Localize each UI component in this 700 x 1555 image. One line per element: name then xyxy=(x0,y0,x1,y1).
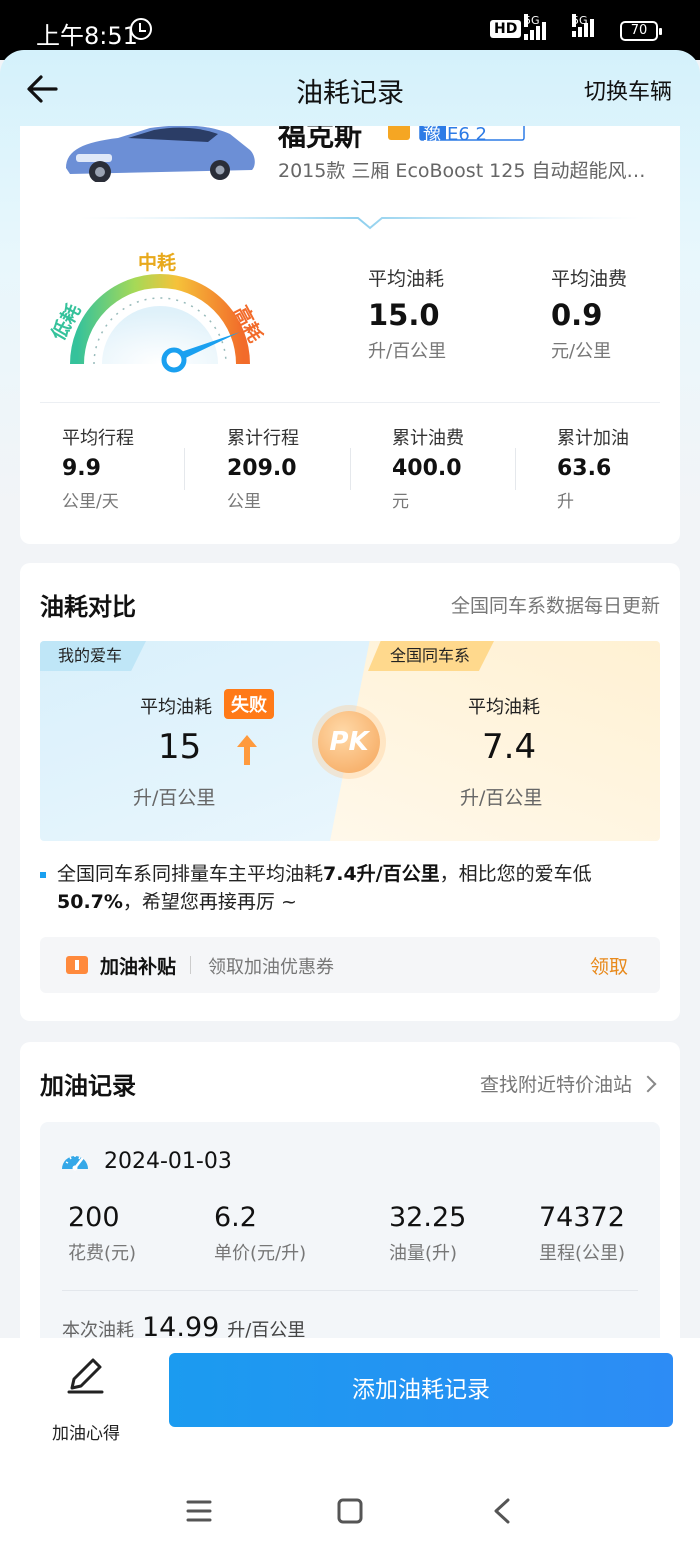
avg-cost-stat: 平均油费 0.9 元/公里 xyxy=(551,268,628,362)
compare-title: 油耗对比 xyxy=(40,593,136,621)
refuel-records-card: 加油记录 查找附近特价油站 2024-01-03 200 花费(元) 6.2 单… xyxy=(20,1042,680,1382)
car-model: 2015款 三厢 EcoBoost 125 自动超能风尚型 xyxy=(278,160,658,182)
subsidy-title: 加油补贴 xyxy=(100,956,177,978)
divider xyxy=(184,448,185,490)
my-avg-unit: 升/百公里 xyxy=(133,787,216,809)
plate-number: 豫 E6 2 xyxy=(423,126,487,145)
pk-icon: PK xyxy=(318,711,380,773)
battery-icon: 70 xyxy=(620,21,662,41)
national-avg-unit: 升/百公里 xyxy=(460,787,543,809)
record-unit-price: 6.2 单价(元/升) xyxy=(214,1202,307,1264)
records-title: 加油记录 xyxy=(40,1072,136,1100)
status-time: 上午8:51 xyxy=(36,22,138,50)
divider xyxy=(515,448,516,490)
fuel-summary-card: 福克斯 豫 E6 2 2015款 三厢 EcoBoost 125 自动超能风尚型 … xyxy=(20,126,680,544)
avg-consumption-stat: 平均油耗 15.0 升/百公里 xyxy=(368,268,447,362)
national-avg-value: 7.4 xyxy=(482,727,537,767)
switch-vehicle-button[interactable]: 切换车辆 xyxy=(584,74,672,106)
my-car-tag: 我的爱车 xyxy=(40,641,147,671)
subsidy-desc: 领取加油优惠券 xyxy=(208,957,334,978)
pk-panel: 我的爱车 全国同车系 平均油耗 失败 15 升/百公里 PK 平均油耗 7.4 … xyxy=(40,641,660,841)
divider xyxy=(350,448,351,490)
record-date: 2024-01-03 xyxy=(104,1149,232,1174)
pencil-icon xyxy=(67,1358,104,1394)
national-tag: 全国同车系 xyxy=(368,641,495,671)
system-back-icon[interactable] xyxy=(488,1498,516,1524)
divider-arrow xyxy=(80,217,640,230)
record-cost: 200 花费(元) xyxy=(68,1202,137,1264)
chevron-right-icon[interactable] xyxy=(639,1075,657,1093)
hd-icon: HD xyxy=(490,20,522,38)
compare-note: 全国同车系同排量车主平均油耗7.4升/百公里，相比您的爱车低50.7%，希望您再… xyxy=(57,863,592,913)
car-image xyxy=(66,126,255,182)
divider xyxy=(40,402,660,403)
add-record-button[interactable]: 添加油耗记录 xyxy=(169,1353,673,1427)
refuel-tips-button[interactable]: 加油心得 xyxy=(44,1352,128,1444)
record-fuel-volume: 32.25 油量(升) xyxy=(389,1202,467,1264)
nearby-stations-link[interactable]: 查找附近特价油站 xyxy=(480,1070,632,1097)
claim-coupon-button[interactable]: 领取 xyxy=(590,952,628,979)
nav-bar: 油耗记录 切换车辆 xyxy=(0,50,700,126)
record-mileage: 74372 里程(公里) xyxy=(539,1202,626,1264)
avg-trip-stat: 平均行程 9.9 公里/天 xyxy=(62,428,134,512)
bullet-icon xyxy=(40,872,46,878)
my-avg-value: 15 xyxy=(158,727,202,767)
total-fuel-stat: 累计加油 63.6 升 xyxy=(557,428,629,512)
menu-icon[interactable] xyxy=(185,1498,213,1524)
refuel-tips-label: 加油心得 xyxy=(52,1424,120,1444)
signal-icon: 5G xyxy=(524,14,548,40)
alarm-icon xyxy=(130,18,152,40)
speedometer-icon xyxy=(62,1155,88,1171)
divider xyxy=(190,956,191,974)
total-cost-stat: 累计油费 400.0 元 xyxy=(392,428,464,512)
total-distance-stat: 累计行程 209.0 公里 xyxy=(227,428,299,512)
national-avg-label: 平均油耗 xyxy=(468,697,540,718)
gauge-mid-label: 中耗 xyxy=(138,252,177,274)
car-name: 福克斯 xyxy=(278,126,363,152)
home-icon[interactable] xyxy=(336,1498,364,1524)
my-avg-label: 平均油耗 xyxy=(140,697,212,718)
signal-icon: 5G xyxy=(572,14,596,37)
fail-badge: 失败 xyxy=(224,689,274,719)
coupon-icon xyxy=(66,956,88,974)
fuel-subsidy-banner[interactable]: 加油补贴 领取加油优惠券 领取 xyxy=(40,937,660,993)
compare-subtitle: 全国同车系数据每日更新 xyxy=(450,595,660,617)
consumption-compare-card: 油耗对比 全国同车系数据每日更新 我的爱车 全国同车系 平均油耗 失败 15 升… xyxy=(20,563,680,1021)
divider xyxy=(62,1290,638,1291)
bottom-bar: 加油心得 添加油耗记录 xyxy=(0,1338,700,1555)
up-arrow-icon xyxy=(237,735,257,765)
